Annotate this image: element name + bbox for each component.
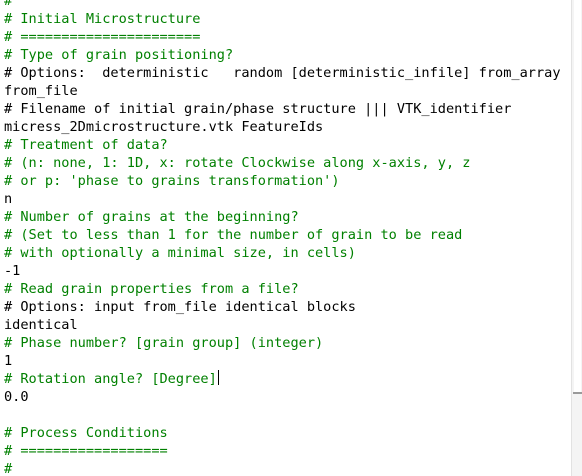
editor-line[interactable]: # Type of grain positioning?	[4, 46, 561, 64]
editor-line[interactable]: #	[4, 460, 561, 476]
vertical-scrollbar[interactable]	[571, 0, 582, 476]
editor-line[interactable]: identical	[4, 316, 561, 334]
editor-line[interactable]: n	[4, 190, 561, 208]
editor-line[interactable]: # or p: 'phase to grains transformation'…	[4, 172, 561, 190]
editor-line-text: # (Set to less than 1 for the number of …	[4, 227, 463, 243]
scrollbar-thumb[interactable]	[574, 0, 581, 392]
editor-line-text: # Treatment of data?	[4, 137, 168, 153]
editor-line[interactable]: from_file	[4, 82, 561, 100]
editor-line-text: # with optionally a minimal size, in cel…	[4, 245, 356, 261]
editor-line[interactable]: # Rotation angle? [Degree]	[4, 370, 561, 388]
editor-line-text: # ==================	[4, 443, 168, 459]
editor-line[interactable]: # Treatment of data?	[4, 136, 561, 154]
scrollbar-thumb-edge	[573, 392, 582, 394]
editor-line[interactable]	[4, 406, 561, 424]
editor-line[interactable]: # Number of grains at the beginning?	[4, 208, 561, 226]
editor-line[interactable]: # Read grain properties from a file?	[4, 280, 561, 298]
editor-line[interactable]: # Initial Microstructure	[4, 10, 561, 28]
editor-line[interactable]: -1	[4, 262, 561, 280]
editor-line-text: # Type of grain positioning?	[4, 47, 234, 63]
editor-line[interactable]: 1	[4, 352, 561, 370]
editor-line-text: # Phase number? [grain group] (integer)	[4, 335, 324, 351]
editor-line-text: # Options: deterministic random [determi…	[4, 65, 561, 81]
editor-line[interactable]: # Options: deterministic random [determi…	[4, 64, 561, 82]
editor-line-text: micress_2Dmicrostructure.vtk FeatureIds	[4, 119, 324, 135]
editor-line[interactable]: # (Set to less than 1 for the number of …	[4, 226, 561, 244]
editor-line-text: # Rotation angle? [Degree]	[4, 371, 217, 387]
editor-line-text: # ======================	[4, 29, 201, 45]
editor-line-text: # Initial Microstructure	[4, 11, 201, 27]
editor-line-text: # Options: input from_file identical blo…	[4, 299, 356, 315]
editor-line[interactable]: # Options: input from_file identical blo…	[4, 298, 561, 316]
editor-line[interactable]: # Filename of initial grain/phase struct…	[4, 100, 561, 118]
editor-line-text: 0.0	[4, 389, 29, 405]
editor-line-text: from_file	[4, 83, 78, 99]
editor-line[interactable]: 0.0	[4, 388, 561, 406]
editor-line[interactable]: # ==================	[4, 442, 561, 460]
editor-line[interactable]: #	[4, 0, 561, 10]
editor-line-text: # Process Conditions	[4, 425, 168, 441]
editor-line-text: # Read grain properties from a file?	[4, 281, 299, 297]
editor-lines: # # Initial Microstructure # =============…	[4, 0, 561, 476]
text-editor[interactable]: # # Initial Microstructure # =============…	[0, 0, 571, 476]
editor-line[interactable]: micress_2Dmicrostructure.vtk FeatureIds	[4, 118, 561, 136]
editor-line-text: # Number of grains at the beginning?	[4, 209, 299, 225]
editor-line-text: # Filename of initial grain/phase struct…	[4, 101, 512, 117]
editor-line[interactable]: # (n: none, 1: 1D, x: rotate Clockwise a…	[4, 154, 561, 172]
editor-line[interactable]: # with optionally a minimal size, in cel…	[4, 244, 561, 262]
editor-line[interactable]: # Process Conditions	[4, 424, 561, 442]
text-caret	[217, 370, 219, 385]
editor-line[interactable]: # Phase number? [grain group] (integer)	[4, 334, 561, 352]
editor-line-text: n	[4, 191, 13, 207]
editor-line-text: # (n: none, 1: 1D, x: rotate Clockwise a…	[4, 155, 471, 171]
editor-line-text: 1	[4, 353, 13, 369]
editor-line-text: identical	[4, 317, 78, 333]
editor-line[interactable]: # ======================	[4, 28, 561, 46]
editor-line-text: # or p: 'phase to grains transformation'…	[4, 173, 340, 189]
editor-line-text: #	[4, 0, 13, 9]
editor-line-text: #	[4, 461, 13, 476]
editor-line-text: -1	[4, 263, 21, 279]
